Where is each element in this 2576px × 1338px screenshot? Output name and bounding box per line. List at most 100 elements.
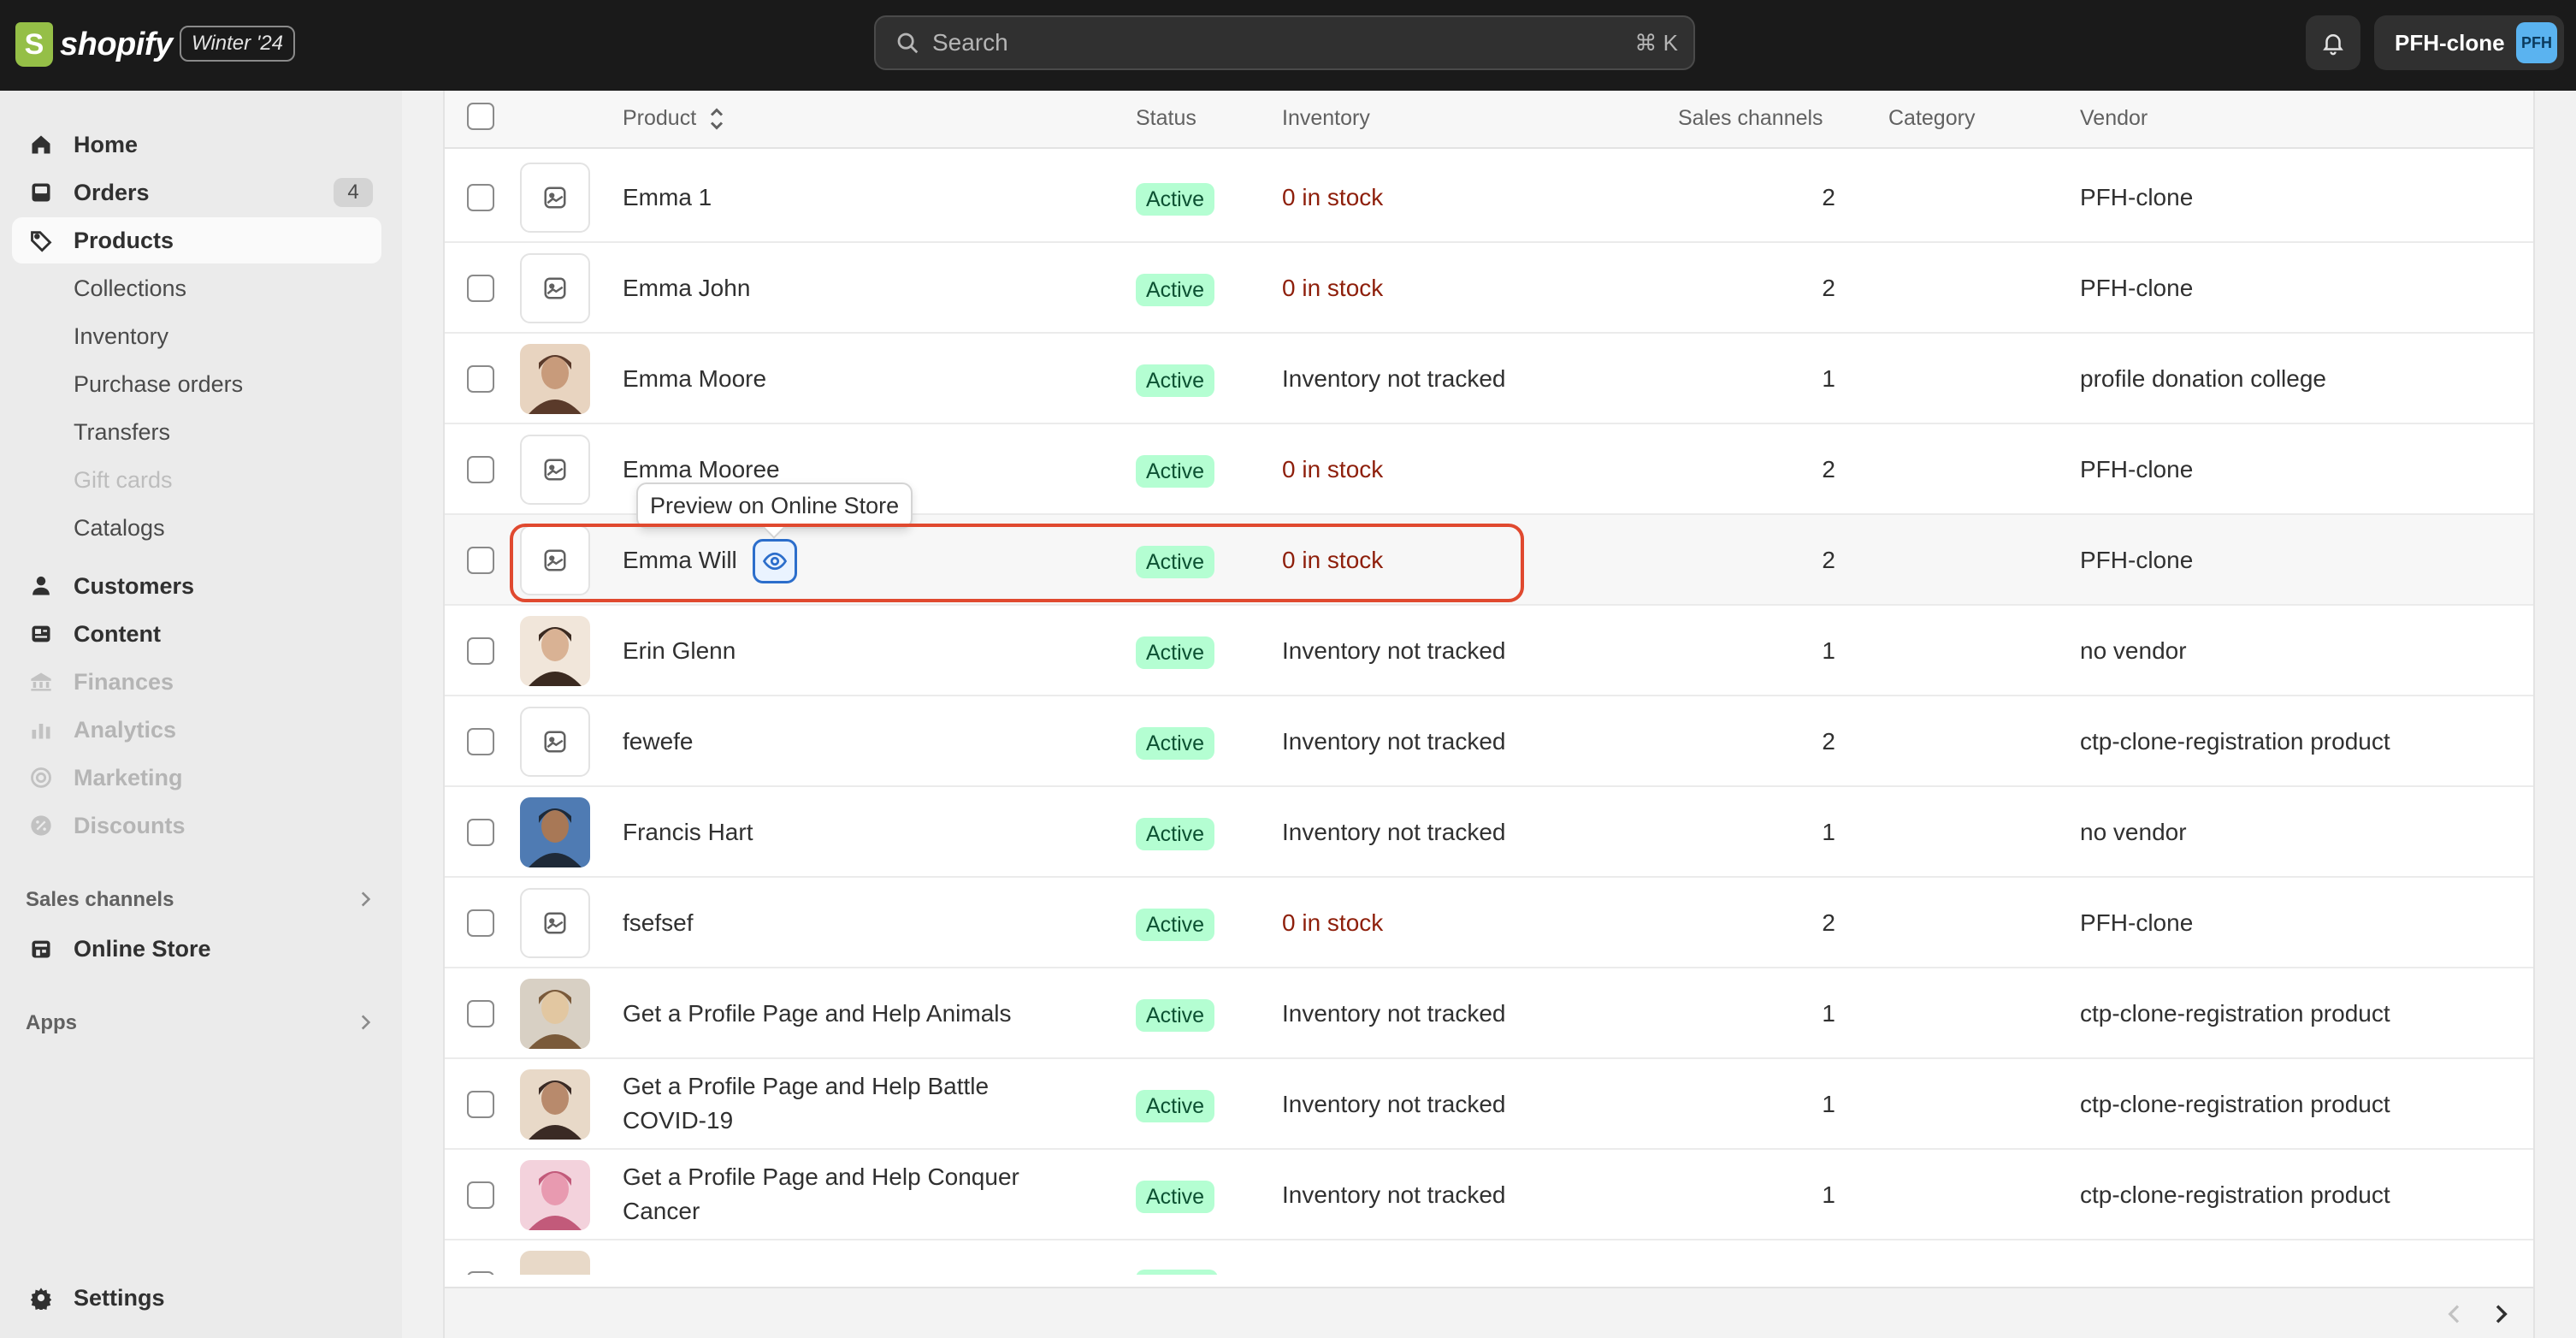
product-photo[interactable]: [520, 616, 590, 686]
search-input[interactable]: Search: [932, 29, 1008, 56]
sidebar-item-settings[interactable]: Settings: [12, 1275, 381, 1321]
row-checkbox[interactable]: [467, 1091, 494, 1118]
sidebar-item-transfers[interactable]: Transfers: [12, 409, 381, 455]
row-checkbox[interactable]: [467, 1000, 494, 1027]
product-name-line: Emma Will: [623, 547, 737, 573]
table-row[interactable]: Get a Profile Page and Help Conquer Cance…: [445, 1150, 2533, 1240]
tag-icon: [31, 231, 52, 252]
product-photo[interactable]: [520, 979, 590, 1049]
sidebar-item-purchase-orders[interactable]: Purchase orders: [12, 361, 381, 407]
table-row[interactable]: fewefe Active Inventory not tracked 2 ctp-cl…: [445, 696, 2533, 787]
row-checkbox[interactable]: [467, 365, 494, 393]
image-placeholder-icon[interactable]: [520, 888, 590, 958]
table-row[interactable]: [445, 1240, 2533, 1275]
product-name[interactable]: Emma Will: [623, 543, 737, 577]
search-bar[interactable]: Search ⌘ K: [874, 15, 1695, 70]
table-row[interactable]: Get a Profile Page and Help Battle COVID-…: [445, 1059, 2533, 1150]
product-name[interactable]: Emma Moore: [623, 362, 766, 396]
sidebar-item-products[interactable]: Products: [12, 217, 381, 263]
image-placeholder-icon[interactable]: [520, 435, 590, 505]
row-checkbox[interactable]: [467, 728, 494, 755]
product-photo[interactable]: [520, 797, 590, 867]
row-checkbox[interactable]: [467, 456, 494, 483]
select-all-checkbox[interactable]: [467, 103, 494, 130]
orders-count-badge: 4: [334, 178, 373, 207]
sidebar-item-label: Products: [74, 227, 174, 253]
sales-channels-count: 1: [1822, 637, 1835, 664]
column-header-product[interactable]: Product: [623, 106, 726, 132]
sidebar-item-home[interactable]: Home: [12, 121, 381, 168]
product-name-line: Emma Moore: [623, 365, 767, 392]
sort-icon: [711, 108, 724, 131]
row-checkbox[interactable]: [467, 275, 494, 302]
table-row[interactable]: Erin Glenn Active Inventory not tracked 1 no…: [445, 606, 2533, 696]
product-name-line: Emma 1: [623, 184, 712, 210]
status-badge: [1136, 1270, 1218, 1275]
table-row[interactable]: Get a Profile Page and Help Animals Activ…: [445, 968, 2533, 1059]
product-name[interactable]: Get a Profile Page and Help Conquer Cance…: [623, 1160, 1019, 1228]
column-header-status: Status: [1136, 106, 1196, 130]
column-header-category: Category: [1888, 106, 1976, 130]
target-icon: [31, 767, 51, 788]
image-placeholder-icon[interactable]: [520, 707, 590, 777]
product-name[interactable]: fewefe: [623, 725, 694, 759]
table-row[interactable]: Emma John Active 0 in stock 2 PFH-clone: [445, 243, 2533, 334]
row-checkbox[interactable]: [467, 909, 494, 937]
product-photo[interactable]: [520, 1160, 590, 1230]
product-name[interactable]: Emma Mooree: [623, 453, 780, 487]
row-checkbox[interactable]: [467, 819, 494, 846]
sidebar-item-label: Customers: [74, 572, 195, 599]
product-photo[interactable]: [520, 1251, 590, 1275]
sidebar-item-online-store[interactable]: Online Store: [12, 926, 381, 972]
product-name-line: Emma John: [623, 275, 751, 301]
sidebar-item-customers[interactable]: Customers: [12, 563, 381, 609]
image-placeholder-icon[interactable]: [520, 163, 590, 233]
preview-eye-button[interactable]: [753, 539, 797, 583]
store-menu-button[interactable]: PFH-clone PFH: [2374, 15, 2564, 70]
image-placeholder-icon[interactable]: [520, 525, 590, 595]
sales-channels-heading[interactable]: Sales channels: [26, 883, 376, 917]
row-checkbox[interactable]: [467, 184, 494, 211]
sales-channels-count: 1: [1822, 1000, 1835, 1027]
product-name-line: Cancer: [623, 1198, 700, 1224]
image-placeholder-icon[interactable]: [520, 253, 590, 323]
product-name[interactable]: Francis Hart: [623, 815, 753, 850]
sidebar-item-orders[interactable]: Orders 4: [12, 169, 381, 216]
row-checkbox[interactable]: [467, 547, 494, 574]
sidebar-item-content[interactable]: Content: [12, 611, 381, 657]
table-row[interactable]: Francis Hart Active Inventory not tracked 1…: [445, 787, 2533, 878]
shopify-logo[interactable]: S shopify: [15, 19, 173, 70]
sidebar-item-inventory[interactable]: Inventory: [12, 313, 381, 359]
row-checkbox[interactable]: [467, 1271, 494, 1275]
product-photo[interactable]: [520, 344, 590, 414]
sales-channels-count: 2: [1822, 728, 1835, 755]
product-photo[interactable]: [520, 1069, 590, 1140]
sales-channels-count: 1: [1822, 1181, 1835, 1208]
product-name[interactable]: Get a Profile Page and Help Battle COVID-…: [623, 1069, 989, 1138]
product-name[interactable]: Emma John: [623, 271, 750, 305]
vendor-name: ctp-clone-registration product: [2080, 728, 2390, 755]
next-page-button[interactable]: [2487, 1300, 2514, 1328]
status-badge: Active: [1136, 909, 1215, 941]
notifications-button[interactable]: [2306, 15, 2360, 70]
content-icon: [32, 625, 50, 642]
orders-icon: [32, 183, 50, 202]
apps-heading[interactable]: Apps: [26, 1006, 376, 1040]
vendor-name: PFH-clone: [2080, 547, 2194, 573]
product-name[interactable]: Get a Profile Page and Help Animals: [623, 997, 1011, 1031]
sidebar-item-label: Content: [74, 620, 161, 647]
product-name[interactable]: Emma 1: [623, 181, 712, 215]
sidebar-item-analytics: Analytics: [12, 707, 381, 753]
product-name[interactable]: fsefsef: [623, 906, 693, 940]
table-row[interactable]: Emma 1 Active 0 in stock 2 PFH-clone: [445, 152, 2533, 243]
sidebar-item-catalogs[interactable]: Catalogs: [12, 505, 381, 551]
row-checkbox[interactable]: [467, 637, 494, 665]
sidebar-item-collections[interactable]: Collections: [12, 265, 381, 311]
product-name[interactable]: Erin Glenn: [623, 634, 736, 668]
table-row[interactable]: Emma Moore Active Inventory not tracked 1 pr…: [445, 334, 2533, 424]
sidebar-item-label: Catalogs: [74, 514, 165, 541]
previous-page-button[interactable]: [2441, 1300, 2468, 1328]
inventory-status: Inventory not tracked: [1282, 1181, 1506, 1208]
table-row[interactable]: fsefsef Active 0 in stock 2 PFH-clone: [445, 878, 2533, 968]
row-checkbox[interactable]: [467, 1181, 494, 1209]
